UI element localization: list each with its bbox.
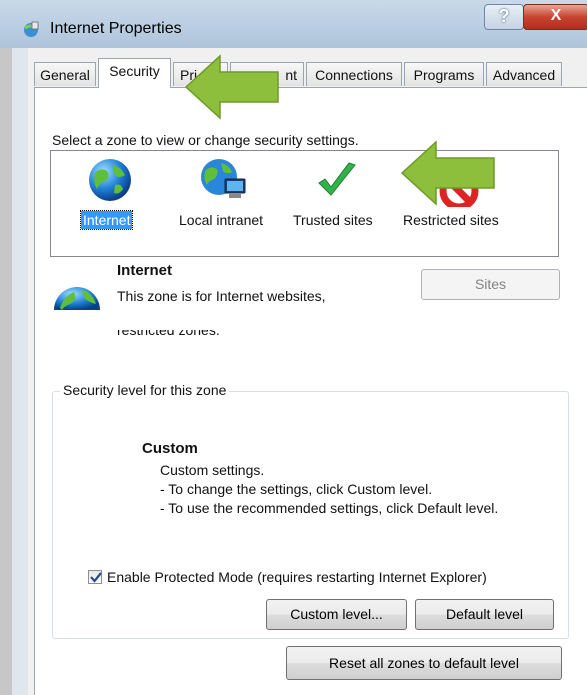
zone-label-restricted-sites: Restricted sites — [403, 212, 499, 228]
checkmark-icon — [318, 162, 356, 196]
window-title: Internet Properties — [50, 20, 182, 37]
tab-programs[interactable]: Programs — [404, 62, 484, 86]
zone-info-description: This zone is for Internet websites, — [117, 288, 326, 304]
title-bar: Internet Properties ? X — [0, 0, 587, 48]
tab-general[interactable]: General — [34, 62, 96, 86]
background-strip — [0, 48, 12, 695]
help-button[interactable]: ? — [484, 4, 524, 30]
zone-prompt: Select a zone to view or change security… — [52, 132, 359, 148]
custom-level-button[interactable]: Custom level... — [266, 599, 407, 630]
reset-all-zones-button[interactable]: Reset all zones to default level — [286, 646, 562, 680]
zone-label-local-intranet: Local intranet — [179, 212, 264, 228]
zone-item-local-intranet[interactable]: Local intranet — [173, 151, 283, 251]
zone-label-trusted-sites: Trusted sites — [293, 212, 373, 228]
security-level-description: Custom settings. - To change the setting… — [160, 462, 499, 516]
zone-item-internet[interactable]: Internet — [51, 151, 171, 251]
checkmark-small-icon — [90, 572, 102, 583]
security-level-legend: Security level for this zone — [60, 382, 230, 398]
tab-advanced[interactable]: Advanced — [486, 62, 562, 86]
left-arrow-annotation-icon — [400, 140, 495, 206]
internet-properties-icon — [24, 21, 39, 37]
zone-info-description-cut: restricted zones. — [117, 330, 220, 338]
sites-button[interactable]: Sites — [421, 269, 560, 300]
protected-mode-checkbox[interactable] — [88, 570, 102, 584]
globe-icon — [89, 159, 131, 201]
zone-info-title: Internet — [117, 262, 173, 279]
tab-connections[interactable]: Connections — [306, 62, 402, 86]
default-level-button[interactable]: Default level — [415, 599, 554, 630]
zone-label-internet: Internet — [79, 210, 134, 230]
protected-mode-row: Enable Protected Mode (requires restarti… — [88, 569, 487, 585]
security-level-name: Custom — [142, 440, 198, 457]
close-button[interactable]: X — [523, 4, 587, 30]
protected-mode-label: Enable Protected Mode (requires restarti… — [107, 569, 487, 585]
left-arrow-annotation-icon — [184, 54, 279, 120]
tab-security[interactable]: Security — [98, 58, 171, 88]
intranet-globe-icon — [201, 159, 246, 198]
zone-item-trusted-sites[interactable]: Trusted sites — [287, 151, 399, 251]
zone-globe-icon — [54, 287, 100, 310]
